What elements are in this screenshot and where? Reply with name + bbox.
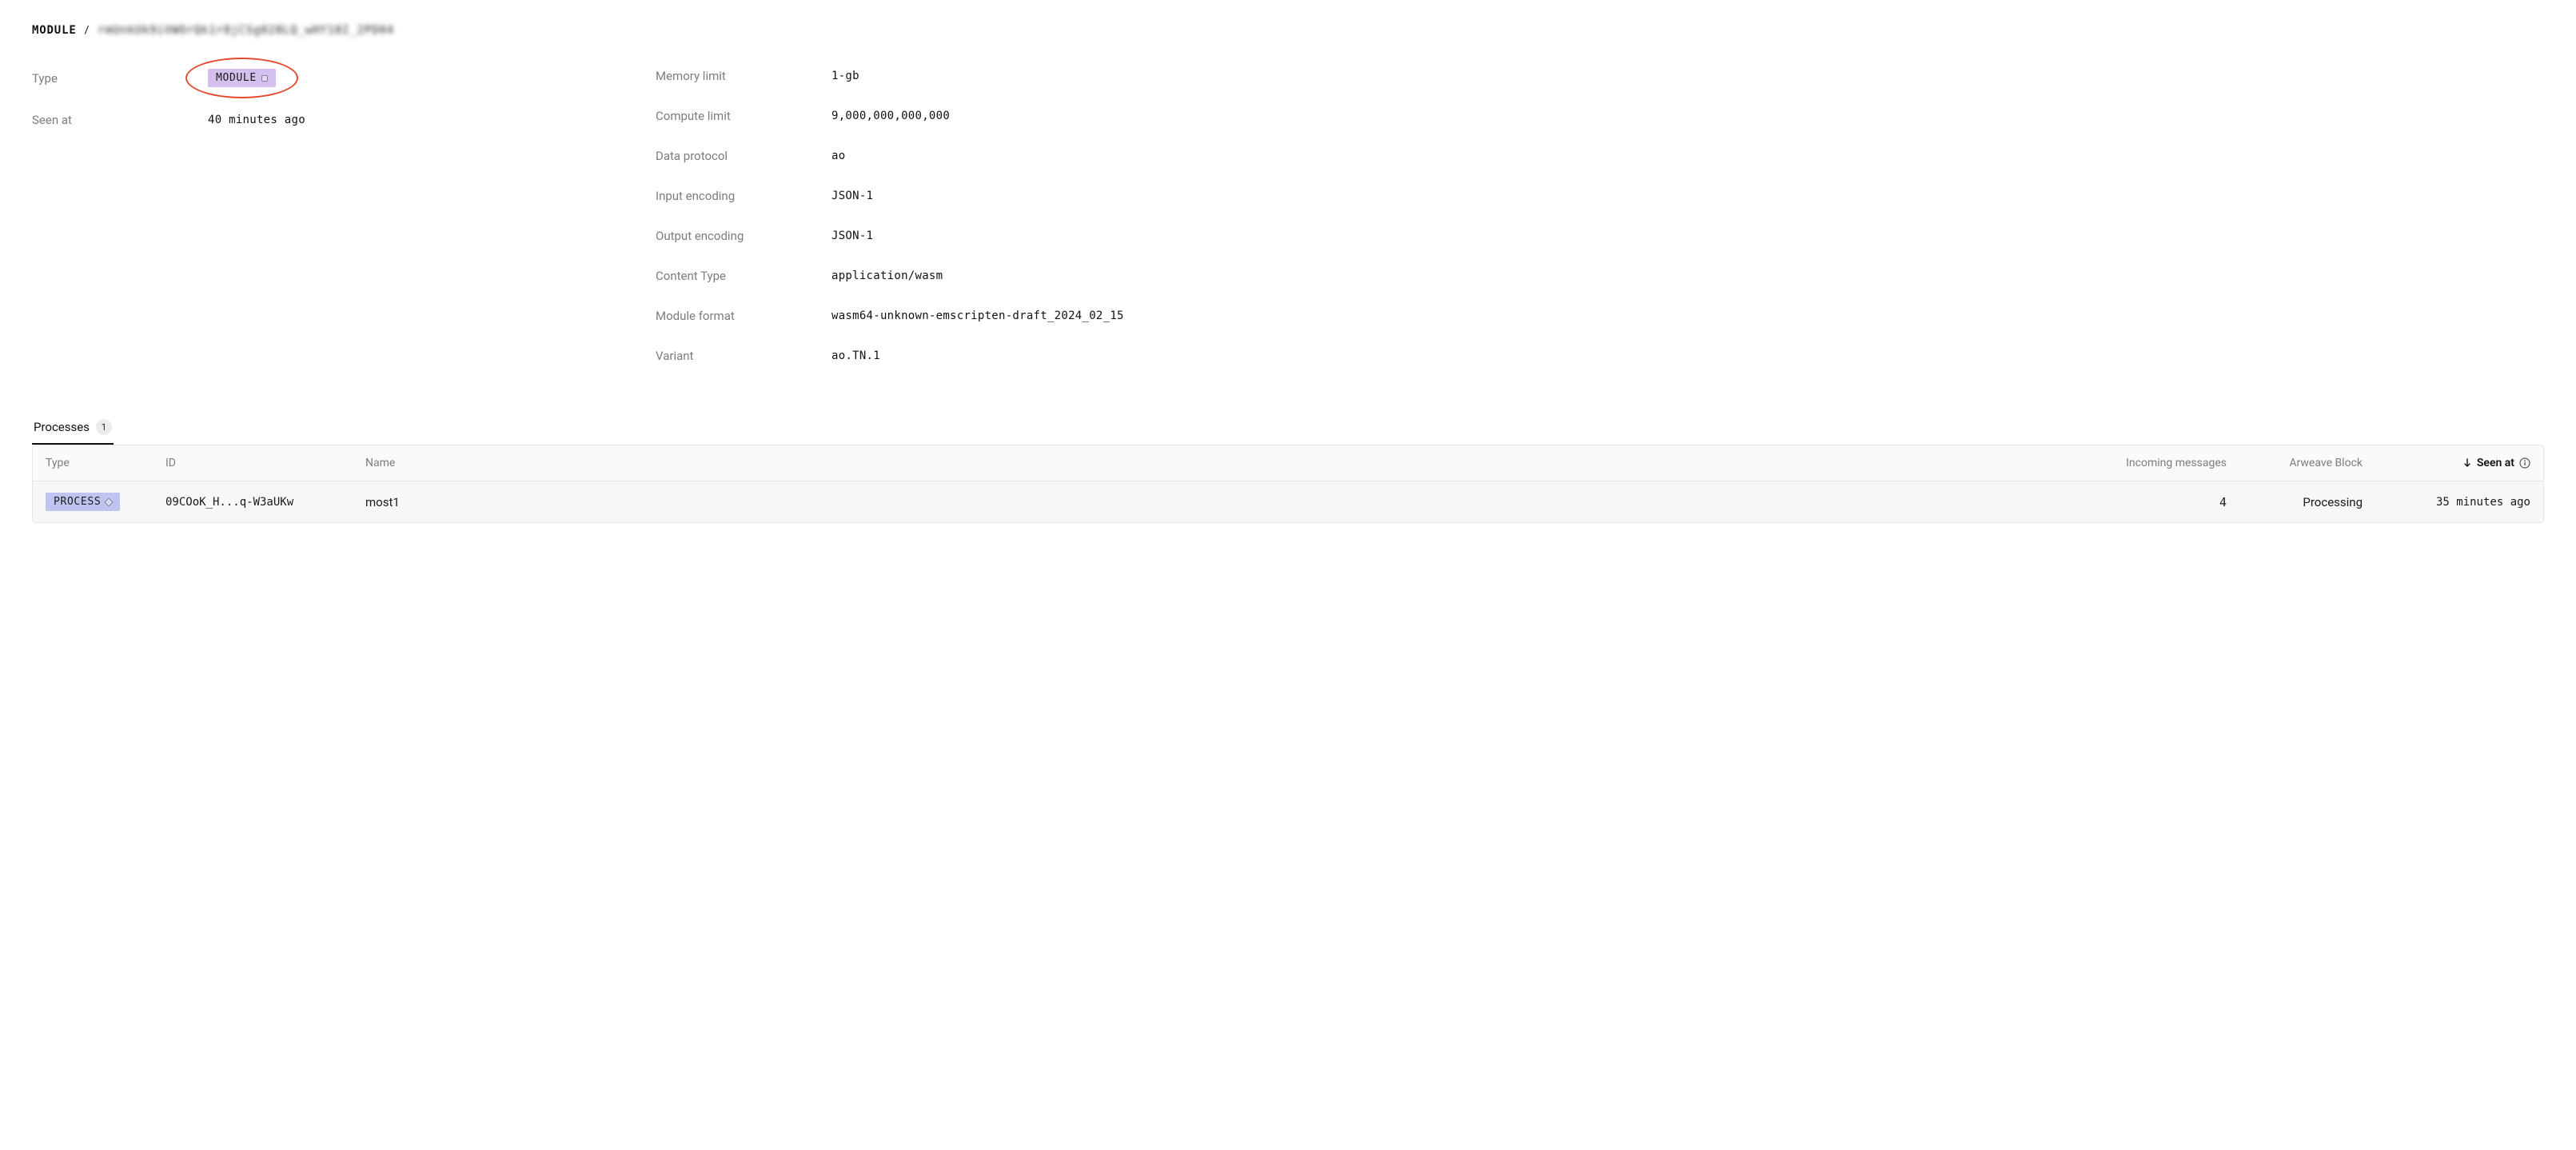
details-right-column: Memory limit 1-gb Compute limit 9,000,00… [656,69,1215,363]
field-compute-limit: Compute limit 9,000,000,000,000 [656,109,1215,123]
value-memory-limit: 1-gb [831,70,859,82]
value-type: MODULE [208,69,276,87]
field-variant: Variant ao.TN.1 [656,349,1215,363]
label-module-format: Module format [656,309,831,323]
badge-process[interactable]: PROCESS [46,493,120,511]
square-icon [261,75,268,82]
module-details: Type MODULE Seen at 40 minutes ago Memor… [32,69,1215,363]
value-compute-limit: 9,000,000,000,000 [831,110,950,122]
cell-type: PROCESS [46,493,158,511]
th-incoming[interactable]: Incoming messages [2126,457,2227,469]
label-compute-limit: Compute limit [656,109,831,123]
table-header: Type ID Name Incoming messages Arweave B… [33,445,2543,481]
tab-processes[interactable]: Processes 1 [32,411,114,445]
label-output-encoding: Output encoding [656,229,831,243]
badge-module-label: MODULE [216,72,257,84]
type-highlight: MODULE [208,69,276,87]
label-content-type: Content Type [656,269,831,283]
badge-module[interactable]: MODULE [208,69,276,87]
field-memory-limit: Memory limit 1-gb [656,69,1215,83]
field-type: Type MODULE [32,69,592,87]
badge-process-label: PROCESS [54,496,101,508]
cell-name: most1 [365,495,2091,509]
processes-table: Type ID Name Incoming messages Arweave B… [32,445,2544,523]
value-data-protocol: ao [831,150,845,162]
value-variant: ao.TN.1 [831,349,880,362]
th-block[interactable]: Arweave Block [2289,457,2363,469]
tabs: Processes 1 [32,411,2544,445]
label-memory-limit: Memory limit [656,69,831,83]
breadcrumb-separator: / [85,24,90,37]
label-seen-at: Seen at [32,113,208,127]
field-input-encoding: Input encoding JSON-1 [656,189,1215,203]
cell-id[interactable]: 09COoK_H...q-W3aUKw [165,496,357,509]
details-left-column: Type MODULE Seen at 40 minutes ago [32,69,592,363]
label-variant: Variant [656,349,831,363]
cell-block: Processing [2303,495,2363,509]
th-id[interactable]: ID [165,457,357,469]
tab-processes-label: Processes [34,420,90,434]
th-name[interactable]: Name [365,457,2091,469]
th-seen-at[interactable]: Seen at [2462,457,2530,469]
label-data-protocol: Data protocol [656,149,831,163]
table-row[interactable]: PROCESS 09COoK_H...q-W3aUKw most1 4 Proc… [33,481,2543,522]
label-input-encoding: Input encoding [656,189,831,203]
arrow-down-icon [2462,458,2472,468]
value-output-encoding: JSON-1 [831,230,873,242]
field-data-protocol: Data protocol ao [656,149,1215,163]
field-content-type: Content Type application/wasm [656,269,1215,283]
label-type: Type [32,71,208,86]
info-icon[interactable] [2519,457,2530,469]
cell-incoming: 4 [2219,495,2227,509]
breadcrumb-module-id: rmUnkUk9iVWOrQk1r8jCSg028LQ_wHY18I_2PD04 [98,24,394,37]
value-content-type: application/wasm [831,270,943,282]
th-type[interactable]: Type [46,457,158,469]
value-seen-at: 40 minutes ago [208,114,305,126]
field-seen-at: Seen at 40 minutes ago [32,113,592,127]
breadcrumb: MODULE / rmUnkUk9iVWOrQk1r8jCSg028LQ_wHY… [32,24,2544,37]
th-seen-at-label: Seen at [2477,457,2514,469]
cell-seen-at: 35 minutes ago [2436,496,2530,509]
value-module-format: wasm64-unknown-emscripten-draft_2024_02_… [831,309,1124,322]
field-module-format: Module format wasm64-unknown-emscripten-… [656,309,1215,323]
tab-processes-count: 1 [96,419,112,435]
diamond-icon [105,497,114,506]
value-input-encoding: JSON-1 [831,190,873,202]
breadcrumb-root[interactable]: MODULE [32,24,77,37]
field-output-encoding: Output encoding JSON-1 [656,229,1215,243]
